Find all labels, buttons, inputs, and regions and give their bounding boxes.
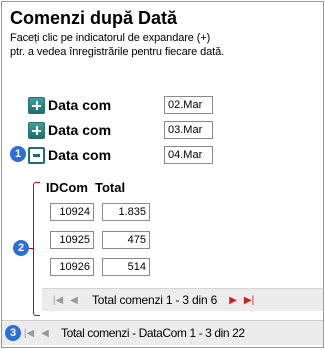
previous-record-icon[interactable]: ◀	[68, 295, 80, 306]
cell-total[interactable]: 475	[102, 231, 150, 249]
main-record-count: Total comenzi - DataCom 1 - 3 din 22	[61, 326, 245, 340]
next-record-icon[interactable]: ▶	[227, 295, 239, 306]
subform-record-count: Total comenzi 1 - 3 din 6	[92, 293, 218, 307]
expand-icon[interactable]	[28, 96, 45, 114]
expand-icon[interactable]	[28, 121, 45, 139]
group-row-2: Data com 03.Mar	[28, 119, 213, 141]
instruction-line-1: Faceți clic pe indicatorul de expandare …	[10, 32, 211, 44]
group-row-1: Data com 02.Mar	[28, 94, 213, 116]
last-record-icon[interactable]: ▶|	[243, 295, 255, 306]
subform-record-navigator: |◀ ◀ Total comenzi 1 - 3 din 6 ▶ ▶|	[42, 288, 323, 311]
main-record-navigator: 3 |◀ ◀ Total comenzi - DataCom 1 - 3 din…	[2, 320, 323, 345]
callout-badge-3: 3	[5, 325, 21, 341]
column-header-total: Total	[95, 180, 126, 195]
group-label: Data com	[48, 97, 112, 113]
cell-idcom[interactable]: 10925	[50, 231, 94, 249]
callout-badge-1: 1	[10, 146, 26, 162]
group-date-field[interactable]: 04.Mar	[164, 146, 213, 164]
page-title: Comenzi după Dată	[10, 8, 178, 28]
collapse-icon[interactable]	[28, 146, 45, 164]
group-date-field[interactable]: 02.Mar	[164, 96, 213, 114]
callout-badge-2: 2	[13, 240, 29, 256]
column-header-idcom: IDCom	[46, 180, 88, 195]
previous-record-icon[interactable]: ◀	[39, 328, 51, 339]
cell-total[interactable]: 1.835	[102, 203, 150, 221]
cell-idcom[interactable]: 10924	[50, 203, 94, 221]
cell-total[interactable]: 514	[102, 258, 150, 276]
report-frame: Comenzi după Dată Faceți clic pe indicat…	[1, 1, 324, 348]
subform-bracket	[33, 182, 40, 316]
instruction-line-2: ptr. a vedea înregistrările pentru fieca…	[10, 46, 225, 58]
cell-idcom[interactable]: 10926	[50, 258, 94, 276]
first-record-icon[interactable]: |◀	[23, 328, 35, 339]
subform-bracket-tick	[29, 248, 34, 249]
group-row-3: Data com 04.Mar	[28, 144, 213, 166]
group-label: Data com	[48, 122, 112, 138]
group-date-field[interactable]: 03.Mar	[164, 121, 213, 139]
first-record-icon[interactable]: |◀	[52, 295, 64, 306]
group-label: Data com	[48, 147, 112, 163]
